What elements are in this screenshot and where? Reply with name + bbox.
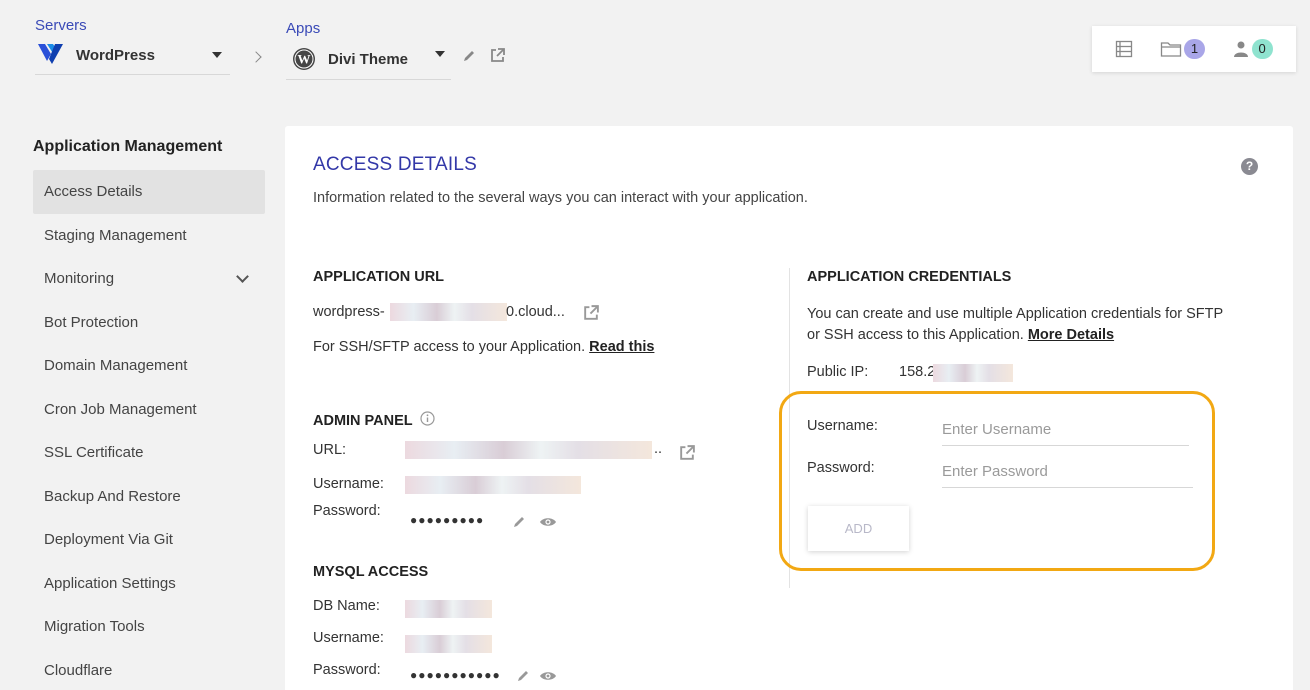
server-list-icon (1116, 40, 1133, 58)
application-url-prefix: wordpress- (313, 304, 385, 320)
redacted-public-ip (933, 364, 1013, 382)
external-link-icon[interactable] (489, 47, 506, 64)
servers-list-button[interactable] (1115, 40, 1133, 58)
credential-username-input[interactable] (942, 420, 1189, 446)
mysql-password-mask: ●●●●●●●●●●● (410, 668, 501, 682)
sidebar-item-migration-tools[interactable]: Migration Tools (33, 605, 265, 649)
admin-username-label: Username: (313, 476, 384, 492)
redacted-admin-username (405, 476, 581, 494)
apps-breadcrumb: Apps W Divi Theme (286, 20, 451, 80)
sidebar-item-label: Monitoring (44, 270, 115, 288)
server-name: WordPress (76, 46, 155, 64)
users-button[interactable]: 0 (1232, 39, 1273, 59)
application-url-suffix[interactable]: 0.cloud... (506, 304, 565, 320)
admin-panel-heading: ADMIN PANEL (313, 411, 435, 429)
read-this-link[interactable]: Read this (589, 339, 654, 355)
sidebar-item-staging-management[interactable]: Staging Management (33, 214, 265, 258)
sidebar-item-deployment-via-git[interactable]: Deployment Via Git (33, 518, 265, 562)
chevron-down-icon (212, 52, 222, 58)
admin-password-label: Password: (313, 503, 381, 519)
mysql-access-heading: MYSQL ACCESS (313, 564, 429, 580)
add-credential-button[interactable]: ADD (808, 506, 909, 551)
vultr-logo-icon (38, 44, 63, 64)
server-select[interactable]: WordPress (35, 44, 230, 75)
servers-breadcrumb: Servers WordPress (35, 17, 230, 75)
public-ip-value: 158.2 (899, 364, 936, 380)
mysql-password-label: Password: (313, 662, 381, 678)
edit-pencil-icon[interactable] (516, 669, 530, 683)
ssh-info-text: For SSH/SFTP access to your Application.… (313, 339, 654, 355)
credentials-description-line1: You can create and use multiple Applicat… (807, 306, 1224, 322)
application-credentials-heading: APPLICATION CREDENTIALS (807, 269, 1012, 285)
credentials-desc-text: or SSH access to this Application. (807, 327, 1024, 343)
eye-icon[interactable] (539, 670, 557, 682)
sidebar-item-bot-protection[interactable]: Bot Protection (33, 301, 265, 345)
sidebar-item-cron-job-management[interactable]: Cron Job Management (33, 388, 265, 432)
chevron-down-icon (435, 51, 445, 57)
sidebar-item-domain-management[interactable]: Domain Management (33, 344, 265, 388)
sidebar-item-label: Backup And Restore (44, 487, 181, 505)
sidebar-item-label: Application Settings (44, 574, 176, 592)
sidebar-item-cloudflare[interactable]: Cloudflare (33, 649, 265, 690)
sidebar-item-label: Cloudflare (44, 661, 113, 679)
app-select[interactable]: W Divi Theme (286, 47, 451, 80)
folder-icon (1160, 42, 1182, 57)
info-icon[interactable] (420, 411, 435, 426)
files-button[interactable]: 1 (1160, 39, 1205, 59)
admin-url-label: URL: (313, 442, 347, 458)
ssh-text: For SSH/SFTP access to your Application. (313, 339, 586, 355)
sidebar-item-label: SSL Certificate (44, 444, 144, 462)
sidebar-item-label: Migration Tools (44, 618, 145, 636)
servers-label: Servers (35, 17, 87, 34)
help-icon[interactable]: ? (1241, 158, 1258, 175)
wordpress-logo-icon: W (293, 48, 315, 70)
sidebar-item-label: Bot Protection (44, 313, 139, 331)
sidebar-item-label: Domain Management (44, 357, 188, 375)
credential-username-label: Username: (807, 418, 878, 434)
sidebar-item-backup-and-restore[interactable]: Backup And Restore (33, 475, 265, 519)
db-name-label: DB Name: (313, 598, 380, 614)
apps-label: Apps (286, 20, 321, 37)
more-details-link[interactable]: More Details (1028, 327, 1114, 343)
mysql-username-label: Username: (313, 630, 384, 646)
redacted-db-name (405, 600, 492, 618)
credentials-description-line2: or SSH access to this Application. More … (807, 327, 1114, 343)
files-count-badge: 1 (1183, 39, 1205, 59)
edit-pencil-icon[interactable] (462, 49, 476, 63)
admin-panel-title: ADMIN PANEL (313, 413, 413, 429)
chevron-down-icon (236, 270, 249, 283)
users-count-badge: 0 (1251, 39, 1273, 59)
page-title: ACCESS DETAILS (313, 154, 477, 175)
top-right-toolbar: 1 0 (1092, 26, 1296, 72)
external-link-icon[interactable] (582, 304, 600, 322)
edit-pencil-icon[interactable] (512, 515, 526, 529)
sidebar-item-label: Deployment Via Git (44, 531, 173, 549)
credential-password-label: Password: (807, 460, 875, 476)
credential-password-input[interactable] (942, 462, 1193, 488)
svg-text:W: W (298, 52, 311, 67)
sidebar-item-monitoring[interactable]: Monitoring (33, 257, 265, 301)
public-ip-label: Public IP: (807, 364, 869, 380)
page-subtitle: Information related to the several ways … (313, 190, 808, 206)
admin-password-mask: ●●●●●●●●● (410, 513, 485, 527)
application-url-heading: APPLICATION URL (313, 269, 445, 285)
sidebar-item-label: Access Details (44, 183, 143, 201)
sidebar-item-application-settings[interactable]: Application Settings (33, 562, 265, 606)
sidebar-item-label: Staging Management (44, 226, 187, 244)
eye-icon[interactable] (539, 516, 557, 528)
app-name: Divi Theme (328, 50, 409, 68)
admin-url-trail: .. (654, 441, 663, 457)
sidebar-item-ssl-certificate[interactable]: SSL Certificate (33, 431, 265, 475)
sidebar: Application Management Access Details St… (33, 130, 265, 690)
redacted-mysql-username (405, 635, 492, 653)
sidebar-item-access-details[interactable]: Access Details (33, 170, 265, 214)
redacted-admin-url (405, 441, 652, 459)
external-link-icon[interactable] (678, 444, 696, 462)
sidebar-item-label: Cron Job Management (44, 400, 197, 418)
sidebar-title: Application Management (33, 138, 223, 155)
chevron-right-icon (250, 51, 262, 63)
user-icon (1233, 41, 1248, 57)
redacted-url (390, 303, 507, 321)
